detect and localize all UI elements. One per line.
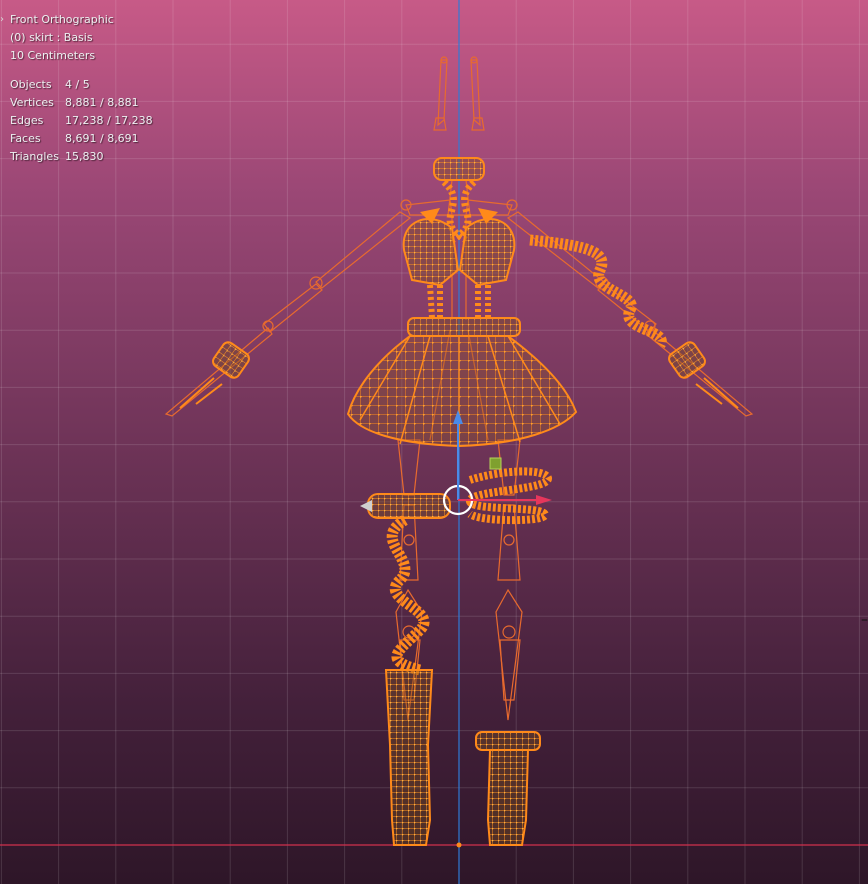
stat-value: 8,881 / 8,881: [65, 96, 139, 109]
stat-value: 8,691 / 8,691: [65, 132, 139, 145]
statistics: Objects 4 / 5 Vertices 8,881 / 8,881 Edg…: [10, 76, 153, 166]
stat-value: 15,830: [65, 150, 104, 163]
expand-arrow-icon[interactable]: ›: [0, 14, 4, 25]
edge-marker: –: [861, 612, 868, 628]
stat-label: Edges: [10, 114, 44, 127]
view-name: Front Orthographic: [10, 13, 114, 26]
stat-row-objects: Objects 4 / 5: [10, 76, 153, 94]
viewport-info-overlay: Front Orthographic (0) skirt : Basis 10 …: [10, 11, 153, 166]
stat-label: Objects: [10, 78, 52, 91]
world-origin: [456, 842, 462, 848]
stat-row-faces: Faces 8,691 / 8,691: [10, 130, 153, 148]
3d-viewport[interactable]: › – Front Orthographic (0) skirt : Basis…: [0, 0, 868, 884]
stat-label: Vertices: [10, 96, 54, 109]
stat-row-edges: Edges 17,238 / 17,238: [10, 112, 153, 130]
stat-row-vertices: Vertices 8,881 / 8,881: [10, 94, 153, 112]
boots-mesh[interactable]: [384, 669, 541, 846]
grid-scale: 10 Centimeters: [10, 49, 96, 62]
skirt-mesh[interactable]: [346, 317, 578, 448]
stat-value: 17,238 / 17,238: [65, 114, 153, 127]
object-info: (0) skirt : Basis: [10, 31, 93, 44]
stat-row-triangles: Triangles 15,830: [10, 148, 153, 166]
stat-value: 4 / 5: [65, 78, 90, 91]
stat-label: Faces: [10, 132, 41, 145]
stat-label: Triangles: [10, 150, 59, 163]
arm-snake-mesh[interactable]: [529, 234, 667, 349]
